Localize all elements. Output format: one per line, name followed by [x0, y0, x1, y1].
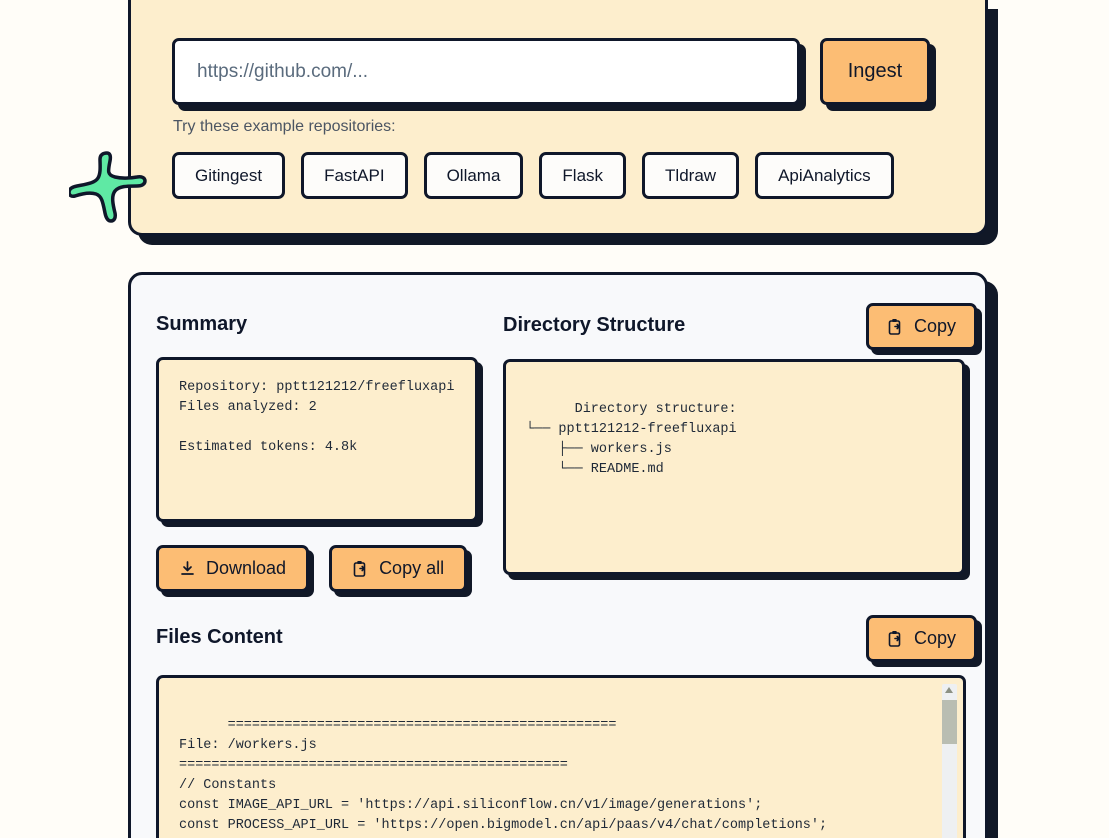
- files-content-heading: Files Content: [156, 626, 283, 648]
- example-repo-flask[interactable]: Flask: [539, 152, 627, 199]
- example-repo-tldraw[interactable]: Tldraw: [642, 152, 740, 199]
- resize-handle[interactable]: [946, 557, 958, 569]
- repo-url-input[interactable]: [172, 38, 800, 105]
- scroll-up-arrow-icon[interactable]: [945, 687, 953, 693]
- copy-directory-label: Copy: [914, 316, 957, 336]
- summary-heading: Summary: [156, 313, 248, 335]
- ingest-card: Ingest Try these example repositories: G…: [128, 0, 988, 236]
- copy-all-label: Copy all: [379, 558, 445, 578]
- summary-actions-row: Download Copy all: [156, 545, 468, 592]
- files-content-text: ========================================…: [179, 718, 828, 833]
- copy-files-label: Copy: [914, 628, 957, 648]
- examples-label: Try these example repositories:: [173, 118, 396, 135]
- ingest-button[interactable]: Ingest: [820, 38, 930, 105]
- clipboard-copy-icon: [887, 318, 904, 336]
- directory-structure-textarea[interactable]: Directory structure: └── pptt121212-free…: [503, 359, 965, 575]
- download-button[interactable]: Download: [156, 545, 310, 592]
- example-repo-ollama[interactable]: Ollama: [423, 152, 524, 199]
- clipboard-copy-icon: [887, 630, 904, 648]
- example-repositories-row: Gitingest FastAPI Ollama Flask Tldraw Ap…: [172, 152, 894, 199]
- files-content-textarea[interactable]: ========================================…: [156, 675, 966, 838]
- download-label: Download: [206, 558, 287, 578]
- clipboard-copy-icon: [352, 560, 369, 578]
- example-repo-apianalytics[interactable]: ApiAnalytics: [755, 152, 894, 199]
- download-icon: [179, 560, 196, 578]
- copy-directory-button[interactable]: Copy: [866, 303, 978, 350]
- example-repo-gitingest[interactable]: Gitingest: [172, 152, 286, 199]
- ingest-row: Ingest: [172, 38, 930, 105]
- scrollbar-thumb[interactable]: [942, 700, 957, 744]
- results-card: Summary Directory Structure Copy Reposit…: [128, 272, 988, 838]
- files-content-scrollbar[interactable]: [942, 684, 957, 838]
- summary-textarea[interactable]: Repository: pptt121212/freefluxapi Files…: [156, 357, 478, 522]
- example-repo-fastapi[interactable]: FastAPI: [301, 152, 408, 199]
- directory-structure-text: Directory structure: └── pptt121212-free…: [526, 402, 737, 477]
- copy-files-button[interactable]: Copy: [866, 615, 978, 662]
- app-root: Ingest Try these example repositories: G…: [0, 0, 1109, 838]
- copy-all-button[interactable]: Copy all: [329, 545, 468, 592]
- directory-structure-heading: Directory Structure: [503, 314, 686, 336]
